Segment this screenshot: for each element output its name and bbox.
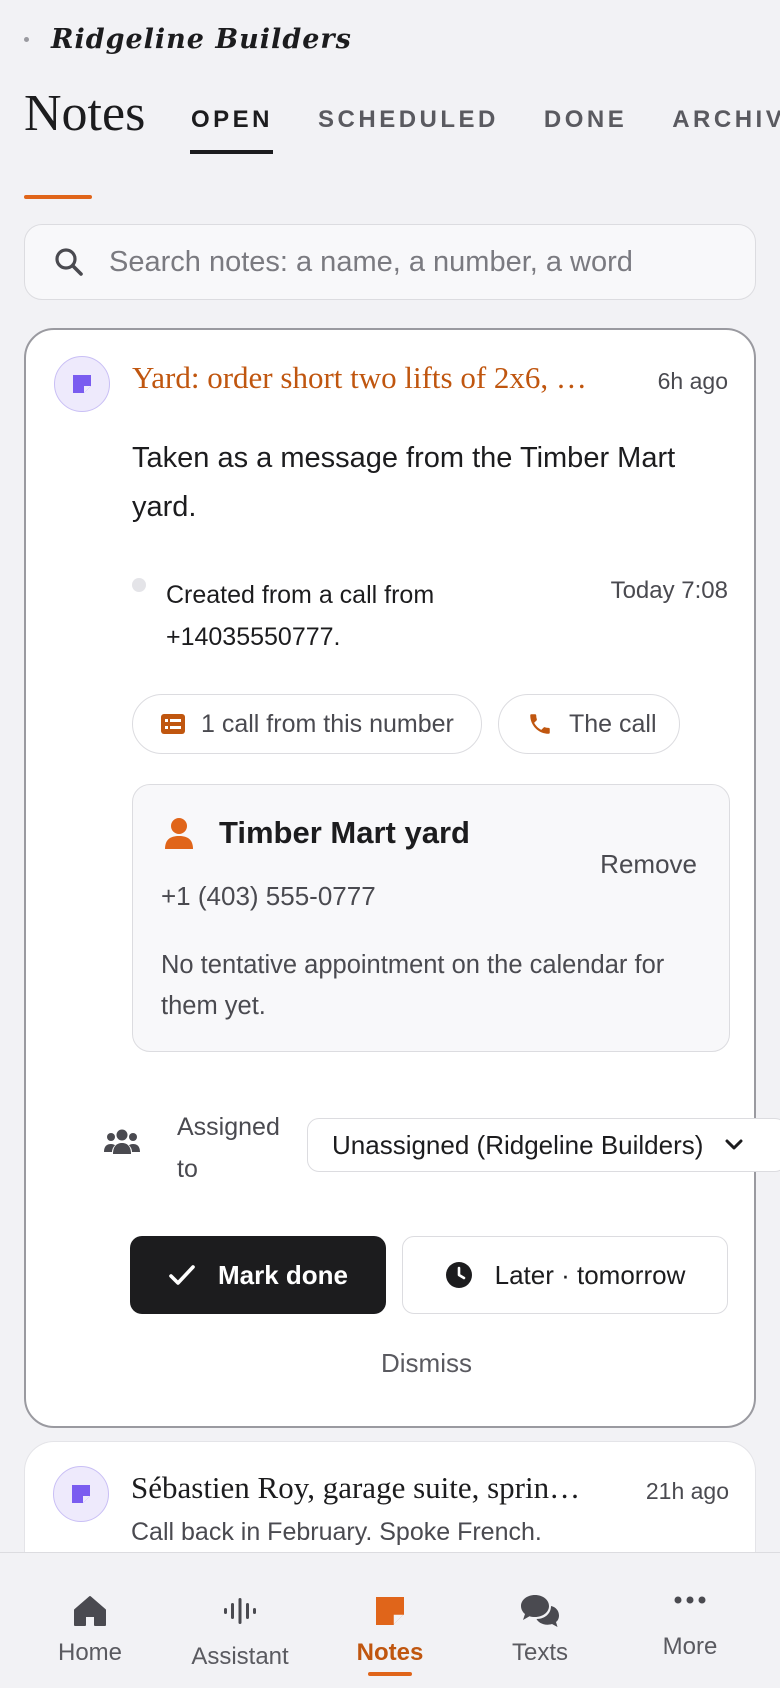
later-label: Later · tomorrow [494, 1259, 686, 1290]
note-icon-badge [53, 1466, 109, 1522]
note-time: 6h ago [657, 368, 728, 394]
assistant-icon [224, 1598, 256, 1624]
nav-more[interactable]: More [615, 1553, 765, 1688]
tab-open[interactable]: OPEN [189, 106, 274, 154]
nav-notes[interactable]: Notes [315, 1553, 465, 1688]
calls-from-number-chip[interactable]: 1 call from this number [132, 694, 482, 754]
dismiss-button[interactable]: Dismiss [381, 1348, 472, 1379]
note-icon [73, 375, 91, 393]
nav-home-label: Home [57, 1639, 123, 1666]
bottom-nav: Home Assistant Notes Texts More [0, 1552, 780, 1688]
nav-assistant-label: Assistant [191, 1643, 289, 1670]
person-icon [165, 818, 193, 849]
note-time: 21h ago [645, 1478, 729, 1504]
note-body: Taken as a message from the Timber Mart … [132, 442, 676, 523]
contact-appointment-note: No tentative appointment on the calendar… [161, 951, 665, 1020]
mark-done-label: Mark done [217, 1259, 349, 1290]
activity-text: Created from a call from +14035550777. [166, 581, 435, 651]
checkmark-icon [169, 1265, 195, 1285]
contact-card: Timber Mart yard Remove +1 (403) 555-077… [132, 784, 730, 1052]
the-call-label: The call [569, 709, 657, 738]
assignee-value: Unassigned (Ridgeline Builders) [332, 1129, 704, 1160]
note-icon-badge [54, 356, 110, 412]
calls-chip-label: 1 call from this number [201, 709, 454, 738]
more-icon [674, 1596, 706, 1604]
nav-more-label: More [662, 1633, 718, 1660]
brand: Ridgeline Builders [24, 24, 352, 55]
home-icon [74, 1596, 106, 1626]
chevron-down-icon [725, 1139, 743, 1150]
phone-icon [530, 714, 550, 734]
mark-done-button[interactable]: Mark done [130, 1236, 386, 1314]
tab-scheduled[interactable]: SCHEDULED [318, 106, 499, 134]
assigned-to-label: Assigned to [177, 1113, 280, 1183]
title-underline [24, 195, 92, 199]
nav-texts[interactable]: Texts [465, 1553, 615, 1688]
notes-icon [376, 1597, 404, 1625]
search-bar[interactable] [24, 224, 756, 300]
note-icon [72, 1485, 90, 1503]
note-headline[interactable]: Yard: order short two lifts of 2x6, … [132, 360, 632, 396]
contact-phone[interactable]: +1 (403) 555-0777 [161, 881, 376, 912]
brand-dot [24, 37, 29, 42]
contact-name[interactable]: Timber Mart yard [219, 815, 470, 851]
texts-icon [521, 1595, 559, 1627]
the-call-chip[interactable]: The call [498, 694, 680, 754]
later-tomorrow-button[interactable]: Later · tomorrow [402, 1236, 728, 1314]
note-headline[interactable]: Sébastien Roy, garage suite, sprin… [131, 1470, 641, 1506]
page-title: Notes [24, 85, 146, 142]
note-card[interactable]: Sébastien Roy, garage suite, sprin… 21h … [24, 1441, 756, 1561]
group-icon [104, 1129, 140, 1154]
note-summary: Call back in February. Spoke French. [131, 1518, 542, 1546]
search-input[interactable] [109, 245, 709, 279]
list-icon [161, 714, 185, 734]
brand-name: Ridgeline Builders [51, 24, 352, 55]
assignee-select[interactable]: Unassigned (Ridgeline Builders) [307, 1118, 780, 1172]
clock-icon [445, 1262, 472, 1288]
nav-home[interactable]: Home [15, 1553, 165, 1688]
activity-dot [132, 578, 146, 592]
nav-active-indicator [368, 1672, 412, 1676]
tab-archive[interactable]: ARCHIV [672, 106, 780, 134]
tab-done[interactable]: DONE [544, 106, 627, 134]
nav-assistant[interactable]: Assistant [165, 1553, 315, 1688]
tab-bar: OPEN SCHEDULED DONE ARCHIV [189, 106, 780, 154]
nav-notes-label: Notes [356, 1639, 424, 1666]
nav-texts-label: Texts [511, 1639, 568, 1666]
search-icon [55, 248, 83, 276]
remove-contact-button[interactable]: Remove [600, 849, 697, 880]
activity-time: Today 7:08 [610, 577, 728, 604]
